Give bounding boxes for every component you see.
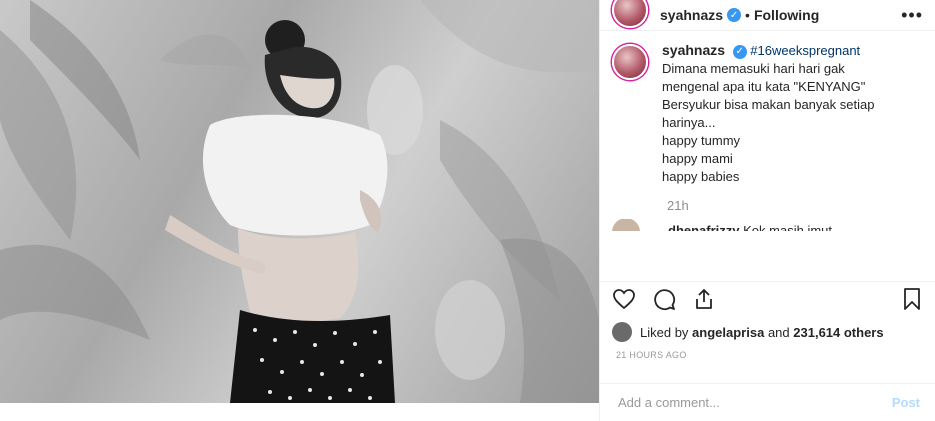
caption: syahnazs ✓ #16weekspregnant Dimana memas… bbox=[600, 31, 935, 186]
post-photo[interactable] bbox=[0, 0, 599, 403]
following-button[interactable]: Following bbox=[754, 7, 819, 23]
author-avatar[interactable] bbox=[612, 0, 648, 28]
likes-connector: and bbox=[767, 324, 790, 340]
post-header: syahnazs ✓ • Following ••• bbox=[600, 0, 935, 31]
likes-prefix: Liked by bbox=[640, 324, 689, 340]
caption-line: mengenal apa itu kata "KENYANG" bbox=[662, 79, 866, 94]
follow-separator: • bbox=[745, 7, 750, 23]
caption-line: happy mami bbox=[662, 151, 733, 166]
comment-body: Kok masih imut bbox=[743, 222, 833, 232]
more-options-icon[interactable]: ••• bbox=[901, 5, 923, 26]
heart-icon[interactable] bbox=[612, 287, 636, 311]
caption-line: Bersyukur bisa makan banyak setiap bbox=[662, 97, 875, 112]
caption-time[interactable]: 21h bbox=[667, 198, 935, 213]
likes-summary: Liked by angelaprisa and 231,614 others bbox=[612, 322, 884, 342]
comment-input[interactable] bbox=[616, 394, 892, 411]
commenter-avatar[interactable] bbox=[612, 219, 640, 231]
commenter-username[interactable]: dhenafrizzy bbox=[668, 223, 740, 232]
verified-badge-icon: ✓ bbox=[732, 44, 747, 59]
likes-count[interactable]: 231,614 others bbox=[793, 325, 883, 340]
author-username[interactable]: syahnazs bbox=[660, 7, 723, 23]
post-photo-art bbox=[0, 0, 599, 403]
share-icon[interactable] bbox=[692, 287, 716, 311]
action-bar bbox=[600, 281, 935, 315]
caption-body: syahnazs ✓ #16weekspregnant Dimana memas… bbox=[662, 41, 912, 186]
liker-avatar[interactable] bbox=[612, 322, 632, 342]
comment-icon[interactable] bbox=[652, 287, 676, 311]
caption-line: harinya... bbox=[662, 115, 716, 130]
comment-text: dhenafrizzy Kok masih imut bbox=[668, 223, 832, 232]
caption-hashtag[interactable]: #16weekspregnant bbox=[750, 43, 860, 58]
comment-composer: Post bbox=[600, 383, 935, 421]
caption-avatar[interactable] bbox=[612, 44, 648, 80]
comment-row: dhenafrizzy Kok masih imut bbox=[600, 219, 935, 231]
bookmark-icon[interactable] bbox=[900, 287, 924, 311]
post-comment-button[interactable]: Post bbox=[892, 395, 920, 410]
verified-badge-icon: ✓ bbox=[727, 8, 742, 22]
caption-line: happy tummy bbox=[662, 133, 741, 148]
post-timestamp[interactable]: 21 HOURS AGO bbox=[616, 350, 687, 360]
caption-line: Dimana memasuki hari hari gak bbox=[662, 61, 845, 76]
instagram-post: syahnazs ✓ • Following ••• syahnazs ✓ #1… bbox=[0, 0, 935, 421]
caption-line: happy babies bbox=[662, 169, 740, 184]
post-side-panel: syahnazs ✓ • Following ••• syahnazs ✓ #1… bbox=[599, 0, 935, 421]
liker-username[interactable]: angelaprisa bbox=[692, 325, 764, 340]
caption-username[interactable]: syahnazs bbox=[662, 42, 725, 58]
